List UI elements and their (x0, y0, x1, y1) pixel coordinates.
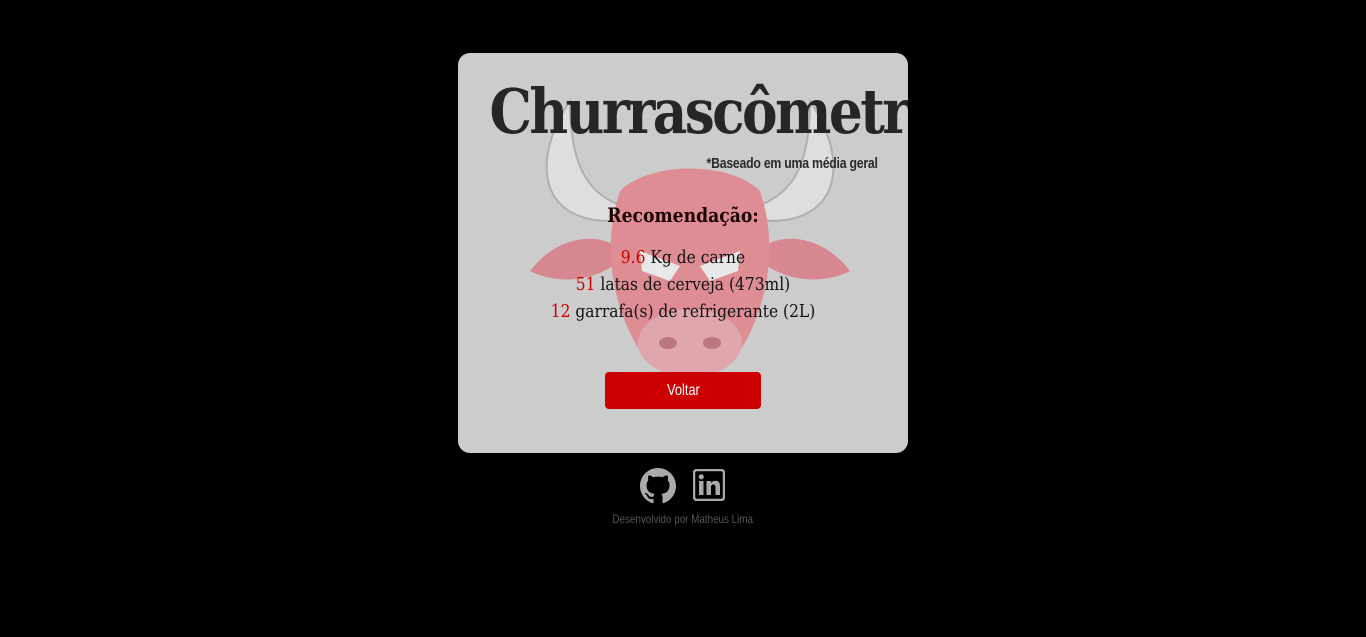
soda-label: garrafa(s) de refrigerante (2L) (570, 301, 816, 322)
page-title: Churrascômetro (489, 75, 909, 148)
footer-credit: Desenvolvido por Matheus Lima (0, 512, 1366, 526)
social-links (640, 468, 730, 504)
soda-value: 12 (550, 301, 571, 322)
result-beer: 51 latas de cerveja (473ml) (490, 274, 877, 295)
result-soda: 12 garrafa(s) de refrigerante (2L) (490, 301, 877, 322)
recommendation-heading: Recomendação: (607, 203, 759, 227)
back-button[interactable]: Voltar (605, 372, 761, 409)
result-card: Churrascômetro *Baseado em uma média ger… (458, 53, 908, 453)
meat-label: Kg de carne (645, 247, 746, 268)
beer-label: latas de cerveja (473ml) (595, 274, 791, 295)
back-button-label: Voltar (666, 382, 700, 399)
result-meat: 9.6 Kg de carne (490, 247, 877, 268)
github-icon[interactable] (640, 468, 676, 504)
subtitle-note: *Baseado em uma média geral (706, 155, 878, 172)
footer-credit-text: Desenvolvido por Matheus Lima (612, 512, 754, 526)
beer-value: 51 (575, 274, 596, 295)
meat-value: 9.6 (620, 247, 646, 268)
linkedin-icon[interactable] (693, 469, 725, 501)
